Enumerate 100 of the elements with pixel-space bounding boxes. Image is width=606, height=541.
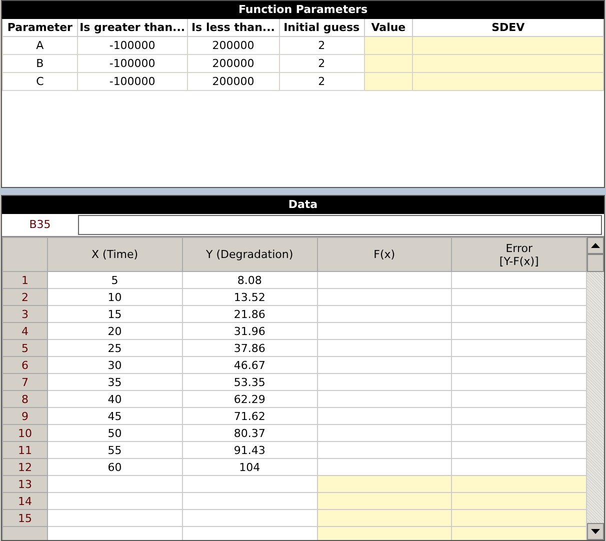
table-cell[interactable]	[364, 54, 413, 72]
table-cell[interactable]: 60	[47, 458, 182, 476]
column-header[interactable]: Is less than...	[187, 19, 280, 36]
table-cell[interactable]	[452, 306, 586, 322]
table-cell[interactable]	[317, 408, 452, 424]
table-cell[interactable]: 71.62	[182, 408, 318, 424]
table-cell[interactable]: 2	[279, 72, 364, 90]
table-cell[interactable]	[452, 408, 586, 424]
table-cell[interactable]	[452, 442, 586, 458]
table-cell[interactable]: 30	[47, 356, 182, 374]
table-cell[interactable]	[317, 272, 452, 288]
row-header[interactable]: 12	[2, 458, 48, 476]
table-cell[interactable]: A	[2, 36, 78, 54]
column-header[interactable]: Y (Degradation)	[182, 238, 318, 272]
table-cell[interactable]: 200000	[187, 72, 280, 90]
table-cell[interactable]	[452, 288, 586, 306]
table-cell[interactable]: 45	[47, 408, 182, 424]
table-cell[interactable]	[452, 340, 586, 356]
table-cell[interactable]: 80.37	[182, 424, 318, 442]
table-cell[interactable]	[317, 322, 452, 340]
row-header[interactable]: 14	[2, 492, 48, 510]
column-header[interactable]: F(x)	[317, 238, 452, 272]
table-cell[interactable]	[412, 54, 604, 72]
table-cell[interactable]: 31.96	[182, 322, 318, 340]
table-cell[interactable]: 53.35	[182, 374, 318, 390]
table-cell[interactable]	[317, 390, 452, 408]
scrollbar[interactable]	[587, 237, 604, 540]
table-cell[interactable]	[452, 322, 586, 340]
table-cell[interactable]	[182, 476, 318, 492]
row-header[interactable]: 7	[2, 374, 48, 390]
table-cell[interactable]	[452, 424, 586, 442]
row-header[interactable]: 15	[2, 510, 48, 526]
table-cell[interactable]: 46.67	[182, 356, 318, 374]
column-header[interactable]: X (Time)	[47, 238, 182, 272]
table-cell[interactable]: 13.52	[182, 288, 318, 306]
column-header[interactable]: Parameter	[2, 19, 78, 36]
table-cell[interactable]: 2	[279, 36, 364, 54]
column-header[interactable]: Initial guess	[279, 19, 364, 36]
table-cell[interactable]: 62.29	[182, 390, 318, 408]
table-cell[interactable]	[317, 442, 452, 458]
table-cell[interactable]: 21.86	[182, 306, 318, 322]
table-cell[interactable]: -100000	[77, 72, 188, 90]
table-cell[interactable]: 50	[47, 424, 182, 442]
table-cell[interactable]: C	[2, 72, 78, 90]
table-cell[interactable]	[47, 510, 182, 526]
row-header[interactable]: 10	[2, 424, 48, 442]
table-cell[interactable]: 55	[47, 442, 182, 458]
table-cell[interactable]	[452, 374, 586, 390]
row-header[interactable]: 1	[2, 272, 48, 288]
table-cell[interactable]: 25	[47, 340, 182, 356]
table-cell[interactable]	[317, 476, 452, 492]
table-cell[interactable]	[317, 340, 452, 356]
table-cell[interactable]: 35	[47, 374, 182, 390]
table-cell[interactable]	[317, 356, 452, 374]
table-cell[interactable]: 91.43	[182, 442, 318, 458]
row-header[interactable]: 4	[2, 322, 48, 340]
table-cell[interactable]	[317, 374, 452, 390]
table-cell[interactable]	[452, 492, 586, 510]
table-cell[interactable]: 15	[47, 306, 182, 322]
row-header[interactable]: 2	[2, 288, 48, 306]
table-cell[interactable]	[412, 72, 604, 90]
row-header[interactable]: 8	[2, 390, 48, 408]
table-cell[interactable]	[47, 492, 182, 510]
table-cell[interactable]	[317, 424, 452, 442]
table-cell[interactable]	[182, 492, 318, 510]
table-cell[interactable]	[364, 72, 413, 90]
row-header[interactable]: 11	[2, 442, 48, 458]
table-cell[interactable]	[317, 306, 452, 322]
table-cell[interactable]: 8.08	[182, 272, 318, 288]
table-cell[interactable]: 20	[47, 322, 182, 340]
table-cell[interactable]	[47, 476, 182, 492]
table-cell[interactable]	[364, 36, 413, 54]
table-cell[interactable]	[317, 492, 452, 510]
table-cell[interactable]	[182, 510, 318, 526]
table-cell[interactable]	[452, 356, 586, 374]
row-header[interactable]: 6	[2, 356, 48, 374]
table-cell[interactable]: -100000	[77, 54, 188, 72]
row-header[interactable]: 3	[2, 306, 48, 322]
scroll-up-button[interactable]	[587, 237, 604, 254]
table-cell[interactable]	[317, 510, 452, 526]
table-cell[interactable]: 200000	[187, 36, 280, 54]
table-cell[interactable]	[452, 272, 586, 288]
formula-field[interactable]	[78, 215, 602, 235]
row-header[interactable]: 9	[2, 408, 48, 424]
table-cell[interactable]: B	[2, 54, 78, 72]
row-header[interactable]: 13	[2, 476, 48, 492]
table-cell[interactable]: 10	[47, 288, 182, 306]
table-cell[interactable]	[412, 36, 604, 54]
row-header[interactable]: 5	[2, 340, 48, 356]
table-cell[interactable]	[317, 288, 452, 306]
table-cell[interactable]: 2	[279, 54, 364, 72]
scroll-thumb[interactable]	[587, 254, 604, 272]
column-header[interactable]: Error [Y-F(x)]	[452, 238, 586, 272]
table-cell[interactable]: -100000	[77, 36, 188, 54]
scroll-down-button[interactable]	[587, 523, 604, 540]
table-cell[interactable]	[452, 476, 586, 492]
table-cell[interactable]: 104	[182, 458, 318, 476]
table-cell[interactable]: 5	[47, 272, 182, 288]
table-cell[interactable]	[452, 510, 586, 526]
table-cell[interactable]: 200000	[187, 54, 280, 72]
